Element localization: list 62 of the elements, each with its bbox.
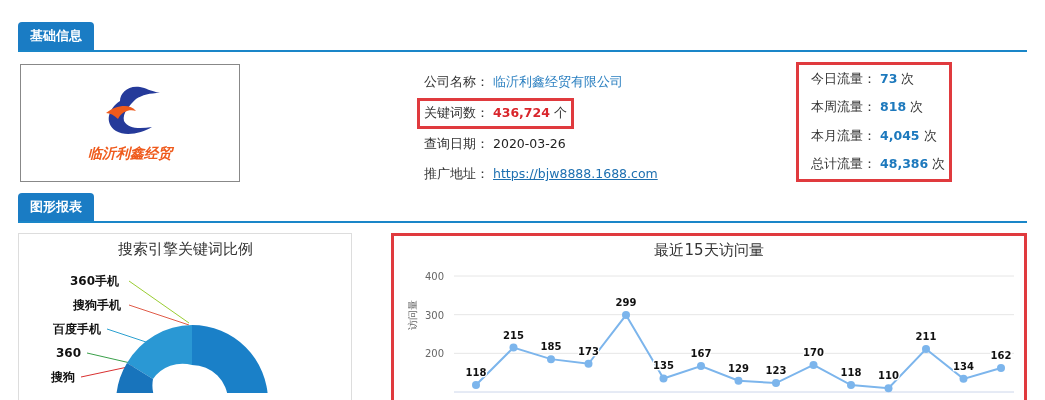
traffic-value: 818 xyxy=(880,98,907,117)
y-tick-label: 400 xyxy=(424,271,444,282)
data-label: 299 xyxy=(615,297,637,309)
data-point xyxy=(809,360,818,369)
data-point xyxy=(584,359,593,368)
data-label: 123 xyxy=(765,365,787,377)
data-point xyxy=(547,355,555,364)
chart-title: 最近15天访问量 xyxy=(654,240,764,260)
data-label: 185 xyxy=(540,341,562,353)
data-point xyxy=(959,374,968,383)
data-label: 173 xyxy=(578,345,599,357)
data-point xyxy=(997,364,1005,373)
data-point xyxy=(734,376,743,385)
data-point xyxy=(509,343,518,352)
field-label: 推广地址： xyxy=(424,165,489,184)
slice-label: 搜狗手机 xyxy=(73,297,121,312)
field-link[interactable]: https://bjw8888.1688.com xyxy=(493,165,658,184)
data-label: 162 xyxy=(990,350,1012,362)
data-point xyxy=(847,381,855,390)
data-point xyxy=(922,345,930,354)
traffic-unit: 次 xyxy=(932,155,946,174)
data-point xyxy=(884,384,893,393)
data-label: 110 xyxy=(878,370,899,382)
field-value: 436,724 xyxy=(493,103,550,122)
data-label: 118 xyxy=(465,367,487,379)
data-label: 211 xyxy=(915,331,937,343)
data-label: 129 xyxy=(728,362,749,374)
data-label: 170 xyxy=(803,346,824,358)
traffic-label: 今日流量： xyxy=(811,69,876,88)
field-label: 查询日期： xyxy=(424,134,489,153)
slice-label: 360手机 xyxy=(69,273,119,288)
data-point xyxy=(772,379,780,388)
traffic-value: 48,386 xyxy=(880,155,929,174)
data-label: 134 xyxy=(953,360,974,372)
y-axis-label: 访问量 xyxy=(407,300,418,330)
data-point xyxy=(697,362,705,371)
field-link[interactable]: 临沂利鑫经贸有限公司 xyxy=(493,73,623,92)
data-point xyxy=(622,311,630,320)
chart-title: 搜索引擎关键词比例 xyxy=(117,239,253,260)
traffic-label: 总计流量： xyxy=(811,155,876,174)
traffic-unit: 次 xyxy=(923,126,937,145)
y-tick-label: 300 xyxy=(424,309,444,321)
traffic-label: 本月流量： xyxy=(811,126,876,145)
traffic-unit: 次 xyxy=(910,98,924,117)
data-point xyxy=(472,381,480,390)
logo-text: 临沂利鑫经贸 xyxy=(88,143,172,163)
traffic-value: 4,045 xyxy=(880,126,920,145)
data-label: 118 xyxy=(840,367,862,379)
slice-label: 百度手机 xyxy=(53,321,101,336)
y-tick-label: 200 xyxy=(424,348,444,360)
field-unit: 个 xyxy=(553,103,567,122)
data-label: 167 xyxy=(690,348,712,360)
slice-label: 360 xyxy=(55,345,81,360)
traffic-unit: 次 xyxy=(901,69,915,88)
field-label: 关键词数： xyxy=(424,103,489,122)
traffic-label: 本周流量： xyxy=(811,98,876,117)
field-value: 2020-03-26 xyxy=(493,134,566,153)
traffic-value: 73 xyxy=(880,69,898,88)
slice-label: 搜狗 xyxy=(51,369,75,384)
data-label: 215 xyxy=(503,329,524,341)
field-label: 公司名称： xyxy=(424,73,489,91)
data-point xyxy=(659,374,668,383)
